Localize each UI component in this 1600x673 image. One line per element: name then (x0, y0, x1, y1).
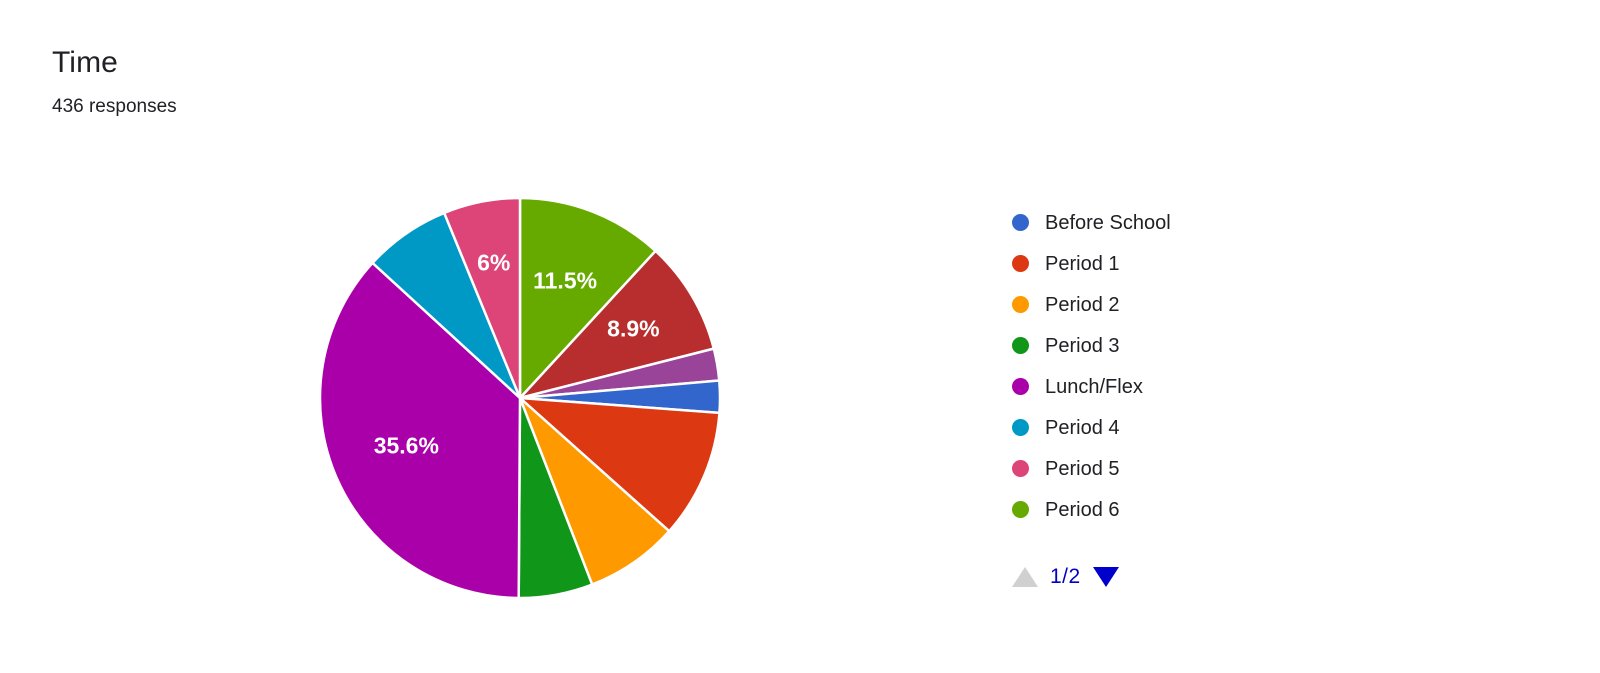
chart-header: Time 436 responses (52, 44, 952, 120)
chart-legend: Before School Period 1 Period 2 Period 3 Lun… (1012, 202, 1352, 530)
pie-slice-label: 11.5% (533, 268, 597, 294)
pie-slice-label: 6% (477, 250, 510, 276)
legend-item[interactable]: Period 6 (1012, 489, 1352, 530)
legend-item[interactable]: Lunch/Flex (1012, 366, 1352, 407)
legend-pager[interactable]: 1/2 (1012, 562, 1119, 592)
legend-page-up-icon (1012, 567, 1038, 587)
pie-slice-label: 8.9% (607, 315, 659, 341)
legend-item-label: Before School (1045, 211, 1171, 234)
pie-chart[interactable]: 11.5% 8.9% 35.6% 6% (310, 188, 730, 608)
pie-slice-label: 35.6% (374, 433, 439, 459)
legend-item-label: Period 1 (1045, 252, 1120, 275)
pie-slice-group[interactable] (318, 196, 722, 600)
legend-swatch-period-1 (1012, 255, 1029, 272)
legend-item-label: Period 6 (1045, 498, 1120, 521)
legend-swatch-period-5 (1012, 460, 1029, 477)
legend-item-label: Period 2 (1045, 293, 1120, 316)
pie-chart-svg[interactable]: 11.5% 8.9% 35.6% 6% (310, 188, 730, 608)
response-chart-page: Time 436 responses 11.5% 8.9% 35.6% 6% Befo… (0, 0, 1600, 673)
legend-item[interactable]: Period 3 (1012, 325, 1352, 366)
legend-swatch-period-4 (1012, 419, 1029, 436)
legend-page-down-icon[interactable] (1092, 567, 1119, 587)
page-title: Time (52, 46, 118, 79)
legend-item-label: Period 4 (1045, 416, 1120, 439)
legend-item[interactable]: Period 4 (1012, 407, 1352, 448)
legend-item[interactable]: Period 2 (1012, 284, 1352, 325)
legend-item[interactable]: Before School (1012, 202, 1352, 243)
legend-swatch-lunch-flex (1012, 378, 1029, 395)
legend-item[interactable]: Period 5 (1012, 448, 1352, 489)
legend-page-count: 1/2 (1050, 565, 1081, 588)
legend-item-label: Period 5 (1045, 457, 1120, 480)
legend-swatch-period-2 (1012, 296, 1029, 313)
legend-item-label: Period 3 (1045, 334, 1120, 357)
legend-item[interactable]: Period 1 (1012, 243, 1352, 284)
legend-swatch-period-3 (1012, 337, 1029, 354)
legend-item-label: Lunch/Flex (1045, 375, 1143, 398)
legend-swatch-before-school (1012, 214, 1029, 231)
chart-area: 11.5% 8.9% 35.6% 6% Before School Period 1 Pe… (0, 150, 1600, 650)
response-count: 436 responses (52, 96, 177, 117)
legend-swatch-period-6 (1012, 501, 1029, 518)
